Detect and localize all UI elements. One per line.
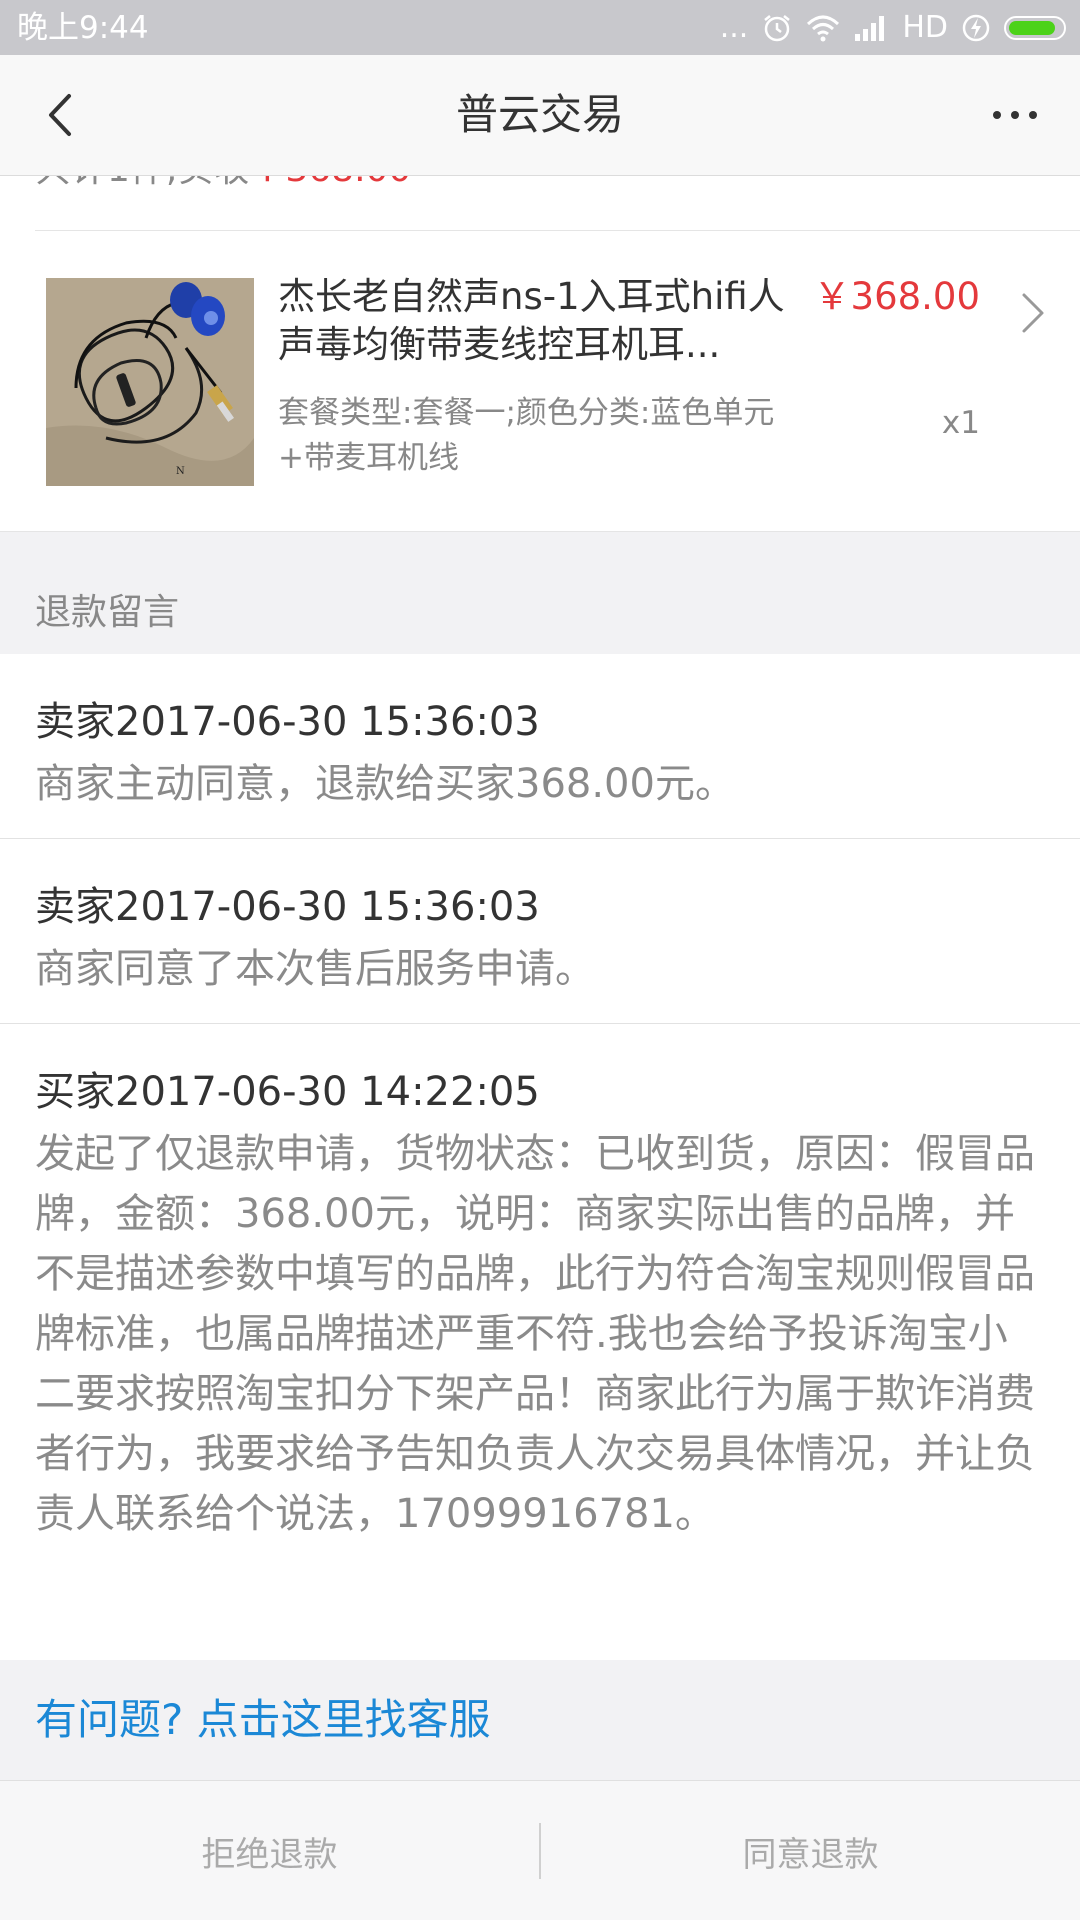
- action-bar: 拒绝退款 同意退款: [0, 1780, 1080, 1920]
- reject-refund-button[interactable]: 拒绝退款: [0, 1781, 539, 1920]
- page-title: 普云交易: [455, 90, 624, 139]
- screen: 晚上9:44 ... HD 普云交易 N 杰长老自然声ns-1入耳式hifi人声…: [0, 0, 1080, 1920]
- message-author-time: 买家2017-06-30 14:22:05: [35, 1069, 540, 1115]
- message-content: 发起了仅退款申请，货物状态：已收到货，原因：假冒品牌，金额：368.00元，说明…: [35, 1131, 1035, 1537]
- status-bar: 晚上9:44 ... HD: [0, 0, 1080, 55]
- product-image: N: [46, 278, 254, 486]
- more-dots-icon: [993, 111, 1037, 119]
- status-icons: ... HD: [706, 8, 1066, 48]
- customer-service-link[interactable]: 有问题? 点击这里找客服: [35, 1690, 491, 1750]
- svg-text:N: N: [176, 466, 185, 477]
- status-dots: ...: [719, 10, 749, 45]
- wifi-icon: [806, 14, 840, 42]
- agree-refund-button[interactable]: 同意退款: [541, 1781, 1080, 1920]
- charging-icon: [962, 13, 990, 43]
- list-item: 卖家2017-06-30 15:36:03 商家同意了本次售后服务申请。: [0, 839, 1080, 1024]
- product-spec: 套餐类型:套餐一;颜色分类:蓝色单元+带麦耳机线: [278, 395, 775, 476]
- nav-bar: 普云交易: [0, 55, 1080, 176]
- list-item: 买家2017-06-30 14:22:05 发起了仅退款申请，货物状态：已收到货…: [0, 1024, 1080, 1568]
- product-card[interactable]: N 杰长老自然声ns-1入耳式hifi人声毒均衡带麦线控耳机耳... ￥368.…: [0, 231, 1080, 532]
- message-author-time: 卖家2017-06-30 15:36:03: [35, 884, 540, 930]
- product-quantity: x1: [941, 405, 980, 441]
- message-author-time: 卖家2017-06-30 15:36:03: [35, 699, 540, 745]
- signal-icon: [854, 14, 888, 42]
- battery-fill: [1009, 21, 1056, 35]
- refund-messages: 卖家2017-06-30 15:36:03 商家主动同意，退款给买家368.00…: [0, 654, 1080, 1568]
- network-type: HD: [902, 10, 948, 45]
- message-content: 商家主动同意，退款给买家368.00元。: [35, 761, 735, 807]
- product-name: 杰长老自然声ns-1入耳式hifi人声毒均衡带麦线控耳机耳...: [278, 275, 785, 366]
- more-button[interactable]: [970, 80, 1060, 150]
- message-content: 商家同意了本次售后服务申请。: [35, 946, 595, 992]
- chevron-right-icon: [1022, 293, 1044, 333]
- section-title: 退款留言: [35, 592, 180, 633]
- help-area: 有问题? 点击这里找客服: [0, 1660, 1080, 1780]
- section-header: 退款留言: [0, 532, 1080, 654]
- status-time: 晚上9:44: [17, 10, 149, 46]
- battery-icon: [1004, 16, 1066, 40]
- alarm-icon: [762, 13, 792, 43]
- product-price: ￥368.00: [813, 275, 980, 318]
- list-item: 卖家2017-06-30 15:36:03 商家主动同意，退款给买家368.00…: [0, 654, 1080, 839]
